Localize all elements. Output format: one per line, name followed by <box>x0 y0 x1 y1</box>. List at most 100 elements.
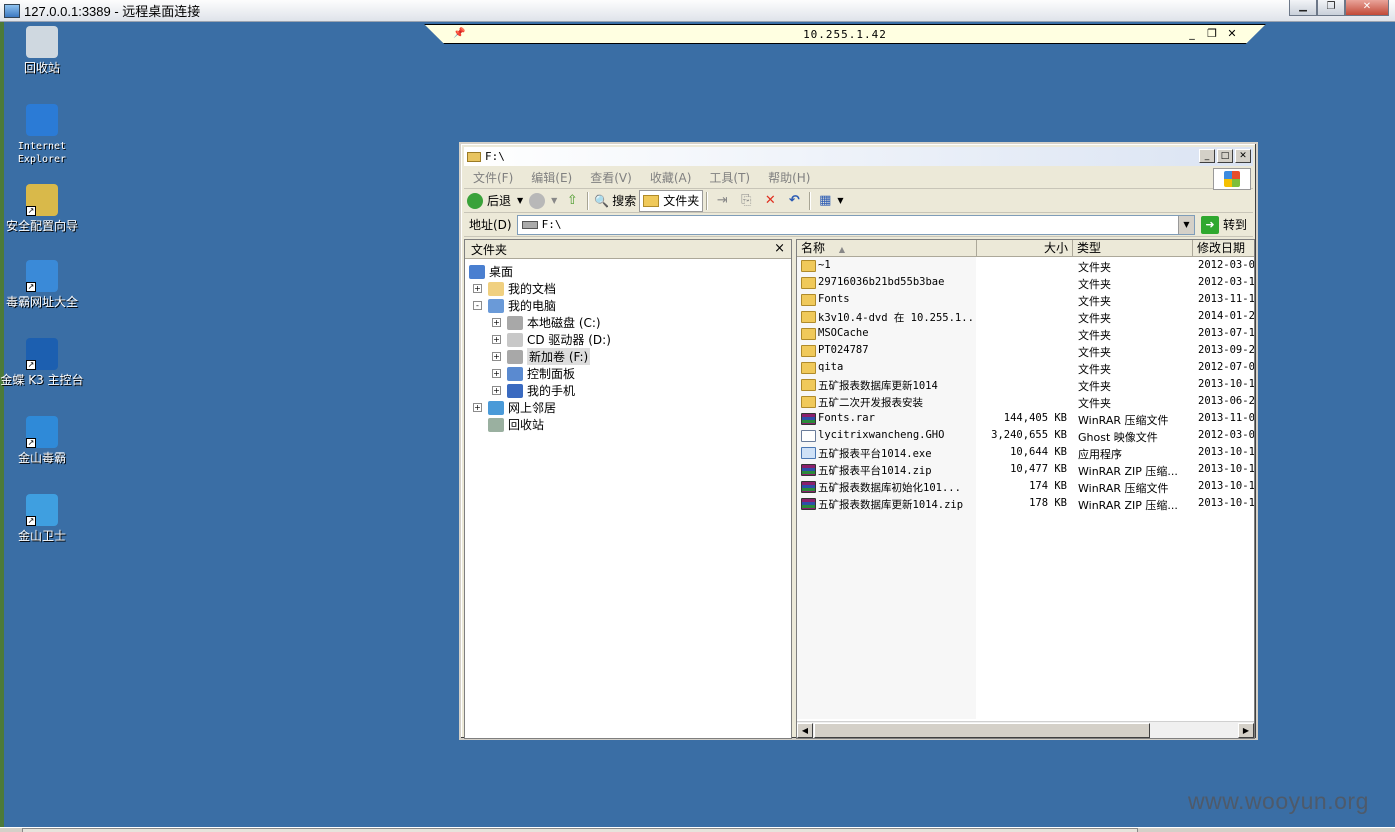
delete-icon[interactable]: ✕ <box>761 192 779 210</box>
explorer-close-button[interactable]: ✕ <box>1235 149 1251 163</box>
conn-close-button[interactable]: ✕ <box>1225 27 1239 40</box>
file-row[interactable]: ~1 文件夹 2012-03-0 <box>797 258 1254 275</box>
explorer-minimize-button[interactable]: _ <box>1199 149 1215 163</box>
expand-icon[interactable]: + <box>492 318 501 327</box>
explorer-maximize-button[interactable]: □ <box>1217 149 1233 163</box>
rdp-minimize-button[interactable]: ▁ <box>1289 0 1317 16</box>
address-input[interactable]: F:\ ▼ <box>516 214 1195 235</box>
menu-help[interactable]: 帮助(H) <box>759 169 819 186</box>
column-size-header[interactable]: 大小 <box>977 240 1073 257</box>
expand-icon[interactable]: + <box>492 369 501 378</box>
collapse-icon[interactable]: - <box>473 301 482 310</box>
file-row[interactable]: MSOCache 文件夹 2013-07-1 <box>797 326 1254 343</box>
tree-item[interactable]: - 我的电脑 <box>473 297 556 314</box>
views-icon[interactable]: ▦ <box>816 192 834 210</box>
expand-icon[interactable]: + <box>473 403 482 412</box>
back-dropdown-icon[interactable]: ▼ <box>517 196 523 205</box>
expand-icon[interactable]: + <box>492 352 501 361</box>
file-date: 2013-06-2 <box>1198 395 1255 407</box>
copy-to-icon[interactable]: ⎘ <box>737 192 755 210</box>
file-row[interactable]: 五矿报表数据库更新1014 文件夹 2013-10-1 <box>797 377 1254 394</box>
tree-item[interactable]: + 新加卷 (F:) <box>492 348 591 365</box>
column-type-header[interactable]: 类型 <box>1073 240 1193 257</box>
file-row[interactable]: Fonts.rar 144,405 KB WinRAR 压缩文件 2013-11-0 <box>797 411 1254 428</box>
menu-file[interactable]: 文件(F) <box>464 169 522 186</box>
file-date: 2013-10-1 <box>1198 480 1255 492</box>
back-button[interactable]: 后退 ▼ <box>464 190 526 212</box>
scroll-right-button[interactable]: ▶ <box>1238 723 1254 738</box>
desktop-icon-item[interactable]: ↗ 金山毒霸 <box>0 416 84 465</box>
file-row[interactable]: 五矿报表数据库更新1014.zip 178 KB WinRAR ZIP 压缩... 2… <box>797 496 1254 513</box>
rdp-close-button[interactable]: ✕ <box>1345 0 1389 16</box>
file-row[interactable]: 29716036b21bd55b3bae 文件夹 2012-03-1 <box>797 275 1254 292</box>
file-name: 五矿报表数据库更新1014 <box>818 380 938 392</box>
menu-tools[interactable]: 工具(T) <box>700 169 759 186</box>
tree-item[interactable]: + 我的文档 <box>473 280 556 297</box>
menu-edit[interactable]: 编辑(E) <box>522 169 581 186</box>
horizontal-scrollbar[interactable]: ◀ ▶ <box>797 721 1254 738</box>
tree-item[interactable]: 回收站 <box>473 416 544 433</box>
forward-dropdown-icon[interactable]: ▼ <box>551 196 557 205</box>
folders-pane-header: 文件夹 × <box>465 240 791 259</box>
folder-icon <box>643 194 660 207</box>
rdp-restore-button[interactable]: ❐ <box>1317 0 1345 16</box>
file-row[interactable]: PT024787 文件夹 2013-09-2 <box>797 343 1254 360</box>
column-name-header[interactable]: 名称 ▲ <box>797 240 977 257</box>
views-dropdown-icon[interactable]: ▼ <box>837 196 843 205</box>
desktop-icon-item[interactable]: ↗ 金山卫士 <box>0 494 84 543</box>
rdp-scroll-thumb[interactable] <box>22 828 1138 832</box>
network-icon <box>488 400 504 415</box>
desktop-icon-item[interactable]: ↗ 毒霸网址大全 <box>0 260 84 309</box>
tree-item[interactable]: + 我的手机 <box>492 382 575 399</box>
conn-minimize-button[interactable]: _ <box>1185 27 1199 40</box>
undo-icon[interactable]: ↶ <box>785 192 803 210</box>
up-folder-icon[interactable]: ⇧ <box>563 192 581 210</box>
file-row[interactable]: 五矿报表平台1014.zip 10,477 KB WinRAR ZIP 压缩... 2… <box>797 462 1255 479</box>
file-row[interactable]: 五矿二次开发报表安装 文件夹 2013-06-2 <box>797 394 1255 411</box>
file-type: Ghost 映像文件 <box>1078 431 1158 444</box>
expand-icon[interactable]: + <box>492 386 501 395</box>
file-date: 2013-10-1 <box>1198 463 1255 475</box>
desktop-icon-item[interactable]: Internet Explorer <box>0 104 84 166</box>
my-documents-icon <box>488 281 504 296</box>
tree-item[interactable]: 桌面 <box>469 263 513 280</box>
desktop-icon-item[interactable]: ↗ 安全配置向导 <box>0 184 84 233</box>
file-row[interactable]: k3v10.4-dvd 在 10.255.1... 文件夹 2014-01-2 <box>797 309 1254 326</box>
desktop-icon-item[interactable]: 回收站 <box>0 26 84 75</box>
file-row[interactable]: 五矿报表平台1014.exe 10,644 KB 应用程序 2013-10-1 <box>797 445 1254 462</box>
move-to-icon[interactable]: ⇥ <box>713 192 731 210</box>
rdp-horizontal-scrollbar[interactable] <box>0 827 1395 832</box>
scroll-left-button[interactable]: ◀ <box>797 723 813 738</box>
file-row[interactable]: lycitrixwancheng.GHO 3,240,655 KB Ghost 映像… <box>797 428 1254 445</box>
folders-pane-close-button[interactable]: × <box>774 241 785 256</box>
menu-view[interactable]: 查看(V) <box>581 169 641 186</box>
file-type: 文件夹 <box>1078 312 1111 325</box>
file-row[interactable]: 五矿报表数据库初始化101... 174 KB WinRAR 压缩文件 2013-10… <box>797 479 1255 496</box>
column-date-header[interactable]: 修改日期 <box>1193 240 1254 257</box>
address-bar: 地址(D) F:\ ▼ ➜ 转到 <box>464 213 1253 237</box>
go-button[interactable]: ➜ 转到 <box>1195 215 1253 234</box>
search-button[interactable]: 🔍 搜索 <box>591 190 639 212</box>
folder-icon <box>801 328 816 340</box>
file-size: 144,405 KB <box>1003 412 1067 424</box>
menu-favorites[interactable]: 收藏(A) <box>641 169 701 186</box>
desktop-icon-item[interactable]: ↗ 金蝶 K3 主控台 <box>0 338 84 387</box>
conn-restore-button[interactable]: ❐ <box>1205 27 1219 40</box>
tree-item[interactable]: + 控制面板 <box>492 365 575 382</box>
kingsoft-guard-icon: ↗ <box>26 494 58 526</box>
forward-button[interactable]: ▼ <box>526 190 560 212</box>
file-list: 名称 ▲ 大小 类型 修改日期 ~1 文件夹 2012-03-0 29716036b2… <box>796 239 1255 739</box>
tree-item[interactable]: + 本地磁盘 (C:) <box>492 314 601 331</box>
address-dropdown-icon[interactable]: ▼ <box>1177 215 1194 234</box>
file-row[interactable]: Fonts 文件夹 2013-11-1 <box>797 292 1254 309</box>
tree-item[interactable]: + 网上邻居 <box>473 399 556 416</box>
tree-item[interactable]: + CD 驱动器 (D:) <box>492 331 611 348</box>
file-name: 五矿二次开发报表安装 <box>818 397 923 409</box>
file-row[interactable]: qita 文件夹 2012-07-0 <box>797 360 1254 377</box>
address-value: F:\ <box>541 218 562 231</box>
folders-button[interactable]: 文件夹 <box>639 189 704 212</box>
expand-icon[interactable]: + <box>492 335 501 344</box>
scroll-thumb[interactable] <box>814 723 1150 738</box>
expand-icon[interactable]: + <box>473 284 482 293</box>
explorer-title-bar[interactable]: F:\ _ □ ✕ <box>464 147 1253 166</box>
